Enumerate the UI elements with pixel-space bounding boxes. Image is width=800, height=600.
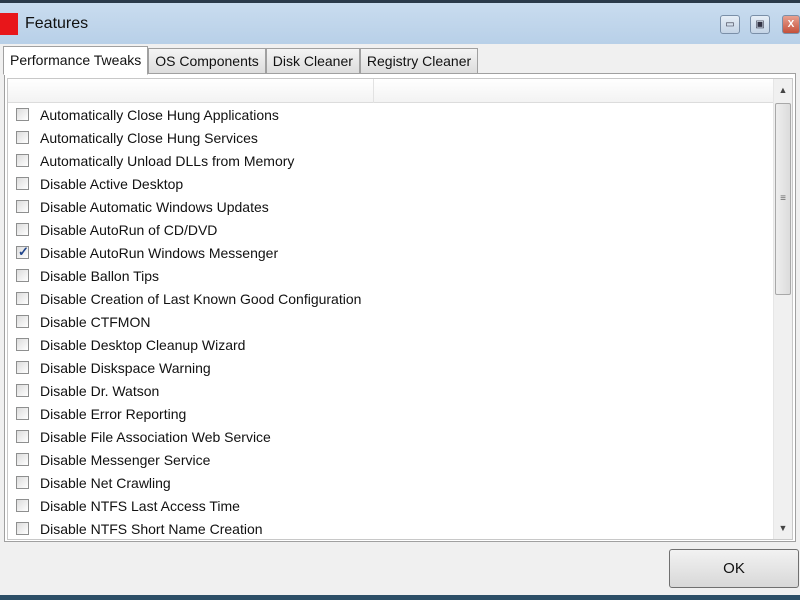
checkbox[interactable]: [16, 522, 29, 535]
app-icon: [0, 13, 18, 35]
list-item-label: Disable CTFMON: [40, 313, 151, 330]
title-bar: Features ▭ ▣ X: [0, 0, 800, 44]
tab-performance-tweaks[interactable]: Performance Tweaks: [3, 46, 149, 75]
checkbox[interactable]: [16, 269, 29, 282]
list-item-label: Disable Net Crawling: [40, 474, 171, 491]
list-item-label: Automatically Close Hung Services: [40, 129, 258, 146]
close-button[interactable]: X: [782, 15, 800, 34]
tab-bar: Performance Tweaks OS Components Disk Clea…: [3, 46, 479, 75]
list-item[interactable]: Disable Desktop Cleanup Wizard: [8, 333, 792, 356]
vertical-scrollbar[interactable]: ▲ ≡ ▼: [773, 79, 792, 539]
list-item[interactable]: Disable Active Desktop: [8, 172, 792, 195]
scroll-up-icon[interactable]: ▲: [774, 79, 792, 101]
tab-disk-cleaner[interactable]: Disk Cleaner: [265, 48, 360, 74]
list-item[interactable]: Disable CTFMON: [8, 310, 792, 333]
taskbar-edge: [0, 595, 800, 600]
list-item-label: Disable Creation of Last Known Good Conf…: [40, 290, 362, 307]
list-item[interactable]: Disable NTFS Last Access Time: [8, 494, 792, 517]
list-item[interactable]: Disable AutoRun Windows Messenger: [8, 241, 792, 264]
checkbox[interactable]: [16, 131, 29, 144]
list-item[interactable]: Disable Diskspace Warning: [8, 356, 792, 379]
checkbox[interactable]: [16, 384, 29, 397]
checkbox[interactable]: [16, 315, 29, 328]
list-item[interactable]: Automatically Close Hung Services: [8, 126, 792, 149]
checkbox[interactable]: [16, 177, 29, 190]
list-item-label: Automatically Close Hung Applications: [40, 106, 279, 123]
list-item[interactable]: Disable AutoRun of CD/DVD: [8, 218, 792, 241]
list-item-label: Disable Error Reporting: [40, 405, 187, 422]
checkbox[interactable]: [16, 430, 29, 443]
checkbox[interactable]: [16, 154, 29, 167]
features-list: Automatically Close Hung Applications Aut…: [7, 78, 793, 540]
list-item[interactable]: Automatically Unload DLLs from Memory: [8, 149, 792, 172]
list-item[interactable]: Disable Automatic Windows Updates: [8, 195, 792, 218]
list-item-label: Disable NTFS Short Name Creation: [40, 520, 263, 537]
checkbox[interactable]: [16, 453, 29, 466]
checkbox[interactable]: [16, 361, 29, 374]
list-item-label: Disable Messenger Service: [40, 451, 211, 468]
list-item-label: Disable File Association Web Service: [40, 428, 271, 445]
list-item[interactable]: Disable Dr. Watson: [8, 379, 792, 402]
checkbox[interactable]: [16, 108, 29, 121]
list-item[interactable]: Disable Net Crawling: [8, 471, 792, 494]
list-item[interactable]: Disable Error Reporting: [8, 402, 792, 425]
window-title: Features: [25, 15, 89, 32]
tab-registry-cleaner[interactable]: Registry Cleaner: [359, 48, 479, 74]
list-item-label: Disable Active Desktop: [40, 175, 184, 192]
checkbox[interactable]: [16, 499, 29, 512]
list-item[interactable]: Disable NTFS Short Name Creation: [8, 517, 792, 539]
minimize-button[interactable]: ▭: [720, 15, 740, 34]
list-header: [8, 79, 792, 103]
list-item[interactable]: Automatically Close Hung Applications: [8, 103, 792, 126]
list-item[interactable]: Disable Ballon Tips: [8, 264, 792, 287]
scroll-thumb[interactable]: ≡: [775, 103, 791, 295]
checkbox[interactable]: [16, 244, 29, 260]
list-item-label: Disable Automatic Windows Updates: [40, 198, 269, 215]
checkbox[interactable]: [16, 338, 29, 351]
list-item[interactable]: Disable Creation of Last Known Good Conf…: [8, 287, 792, 310]
maximize-button[interactable]: ▣: [750, 15, 770, 34]
list-item[interactable]: Disable Messenger Service: [8, 448, 792, 471]
list-item-label: Disable AutoRun of CD/DVD: [40, 221, 218, 238]
list-item-label: Disable Ballon Tips: [40, 267, 160, 284]
list-item-label: Disable Dr. Watson: [40, 382, 160, 399]
checkbox[interactable]: [16, 292, 29, 305]
ok-button[interactable]: OK: [669, 549, 799, 588]
checkbox[interactable]: [16, 407, 29, 420]
scroll-down-icon[interactable]: ▼: [774, 517, 792, 539]
checkbox[interactable]: [16, 476, 29, 489]
list-item-label: Disable AutoRun Windows Messenger: [40, 244, 279, 261]
list-item-label: Disable NTFS Last Access Time: [40, 497, 240, 514]
list-item-label: Disable Desktop Cleanup Wizard: [40, 336, 246, 353]
checkbox[interactable]: [16, 223, 29, 236]
list-item-label: Automatically Unload DLLs from Memory: [40, 152, 295, 169]
list-item-label: Disable Diskspace Warning: [40, 359, 211, 376]
tab-panel: Automatically Close Hung Applications Aut…: [4, 73, 796, 542]
list-item[interactable]: Disable File Association Web Service: [8, 425, 792, 448]
tab-os-components[interactable]: OS Components: [148, 48, 266, 74]
checkbox[interactable]: [16, 200, 29, 213]
